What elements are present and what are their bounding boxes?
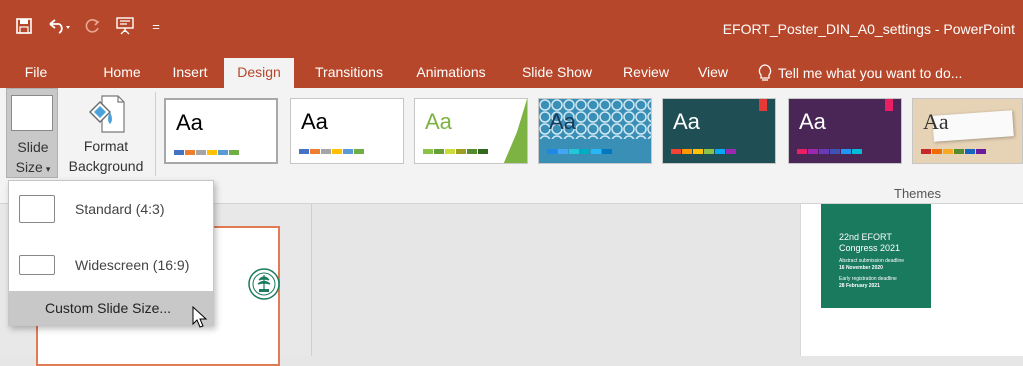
tab-home[interactable]: Home bbox=[92, 58, 152, 88]
ribbon-tab-row: File Home Insert Design Transitions Anim… bbox=[0, 52, 1023, 88]
menu-item-widescreen-label: Widescreen (16:9) bbox=[75, 257, 190, 273]
theme-color-bar bbox=[174, 150, 239, 155]
theme-color-bar bbox=[423, 149, 488, 154]
tab-slide-show[interactable]: Slide Show bbox=[510, 58, 604, 88]
format-background-label-line1: Format bbox=[83, 138, 129, 154]
menu-item-custom-label: Custom Slide Size... bbox=[45, 300, 172, 316]
menu-item-widescreen[interactable]: Widescreen (16:9) bbox=[9, 245, 213, 285]
abstract-deadline-label: Abstract submission deadline bbox=[839, 258, 905, 264]
theme-preview-text: Aa bbox=[673, 109, 700, 134]
slide-size-dropdown: Standard (4:3) Widescreen (16:9) Custom … bbox=[8, 180, 214, 326]
tell-me-search[interactable]: Tell me what you want to do... bbox=[758, 58, 962, 88]
theme-color-bar bbox=[547, 149, 612, 154]
undo-button[interactable] bbox=[40, 0, 78, 52]
theme-office-2[interactable]: Aa bbox=[290, 98, 404, 164]
theme-color-bar bbox=[299, 149, 364, 154]
menu-item-standard-label: Standard (4:3) bbox=[75, 201, 165, 217]
theme-preview-text: Aa bbox=[923, 109, 949, 134]
registration-deadline-date: 28 February 2021 bbox=[839, 283, 880, 289]
format-background-icon bbox=[89, 95, 125, 133]
save-icon bbox=[16, 18, 32, 34]
theme-preview-text: Aa bbox=[425, 109, 452, 134]
menu-item-custom-slide-size[interactable]: Custom Slide Size... bbox=[9, 291, 213, 325]
undo-icon bbox=[49, 19, 70, 34]
lightbulb-icon bbox=[758, 64, 772, 81]
theme-color-bar bbox=[921, 149, 986, 154]
standard-ratio-icon bbox=[19, 195, 55, 223]
theme-color-bar bbox=[797, 149, 862, 154]
format-background-button[interactable]: Format Background bbox=[60, 88, 152, 178]
customize-qat-icon: = bbox=[152, 18, 160, 34]
slide-size-label-line2: Size ▾ bbox=[15, 159, 51, 175]
tab-insert[interactable]: Insert bbox=[164, 58, 216, 88]
format-background-label-line2: Background bbox=[68, 158, 144, 174]
title-bar: = EFORT_Poster_DIN_A0_settings - PowerPo… bbox=[0, 0, 1023, 52]
theme-facet[interactable]: Aa bbox=[414, 98, 528, 164]
window-title: EFORT_Poster_DIN_A0_settings - PowerPoin… bbox=[722, 21, 1015, 37]
theme-organic[interactable]: Aa bbox=[912, 98, 1023, 164]
poster-title-line1: 22nd EFORT bbox=[839, 232, 892, 242]
theme-preview-text: Aa bbox=[301, 109, 328, 134]
themes-group-label: Themes bbox=[894, 186, 941, 201]
theme-color-bar bbox=[671, 149, 736, 154]
theme-accent-tab bbox=[759, 99, 767, 111]
theme-ion-boardroom[interactable]: Aa bbox=[788, 98, 902, 164]
tell-me-text: Tell me what you want to do... bbox=[778, 65, 963, 81]
efort-logo-icon bbox=[248, 268, 280, 300]
tab-transitions[interactable]: Transitions bbox=[304, 58, 394, 88]
slide-canvas[interactable]: 22nd EFORT Congress 2021 Abstract submis… bbox=[800, 204, 1023, 356]
tab-file[interactable]: File bbox=[18, 58, 54, 88]
tab-design[interactable]: Design bbox=[224, 58, 294, 88]
theme-office[interactable]: Aa bbox=[164, 98, 278, 164]
chevron-down-icon: ▾ bbox=[45, 164, 51, 174]
menu-item-standard[interactable]: Standard (4:3) bbox=[9, 189, 213, 229]
poster-title-line2: Congress 2021 bbox=[839, 243, 901, 253]
facet-shape-icon bbox=[503, 99, 527, 163]
redo-button[interactable] bbox=[78, 0, 106, 52]
slide-size-icon bbox=[11, 95, 53, 131]
theme-accent-tab bbox=[885, 99, 893, 111]
widescreen-ratio-icon bbox=[19, 255, 55, 275]
registration-deadline-label: Early registration deadline bbox=[839, 276, 897, 282]
customize-qat-button[interactable]: = bbox=[144, 0, 168, 52]
theme-ion[interactable]: Aa bbox=[662, 98, 776, 164]
slide-size-label-line1: Slide bbox=[17, 139, 49, 155]
tab-view[interactable]: View bbox=[688, 58, 738, 88]
redo-icon bbox=[85, 19, 100, 33]
tab-animations[interactable]: Animations bbox=[404, 58, 498, 88]
theme-pattern[interactable]: Aa bbox=[538, 98, 652, 164]
start-from-beginning-button[interactable] bbox=[106, 0, 144, 52]
theme-preview-text: Aa bbox=[549, 109, 576, 134]
abstract-deadline-date: 16 November 2020 bbox=[839, 265, 883, 271]
theme-preview-text: Aa bbox=[176, 110, 203, 135]
theme-preview-text: Aa bbox=[799, 109, 826, 134]
quick-access-toolbar: = bbox=[0, 0, 168, 52]
slide-size-button[interactable]: Slide Size ▾ bbox=[6, 88, 58, 178]
mouse-cursor-icon bbox=[192, 306, 208, 328]
tab-review[interactable]: Review bbox=[614, 58, 678, 88]
save-button[interactable] bbox=[0, 0, 40, 52]
start-from-beginning-icon bbox=[116, 17, 134, 35]
poster-header-box: 22nd EFORT Congress 2021 Abstract submis… bbox=[821, 204, 931, 308]
ribbon-separator bbox=[155, 92, 156, 176]
